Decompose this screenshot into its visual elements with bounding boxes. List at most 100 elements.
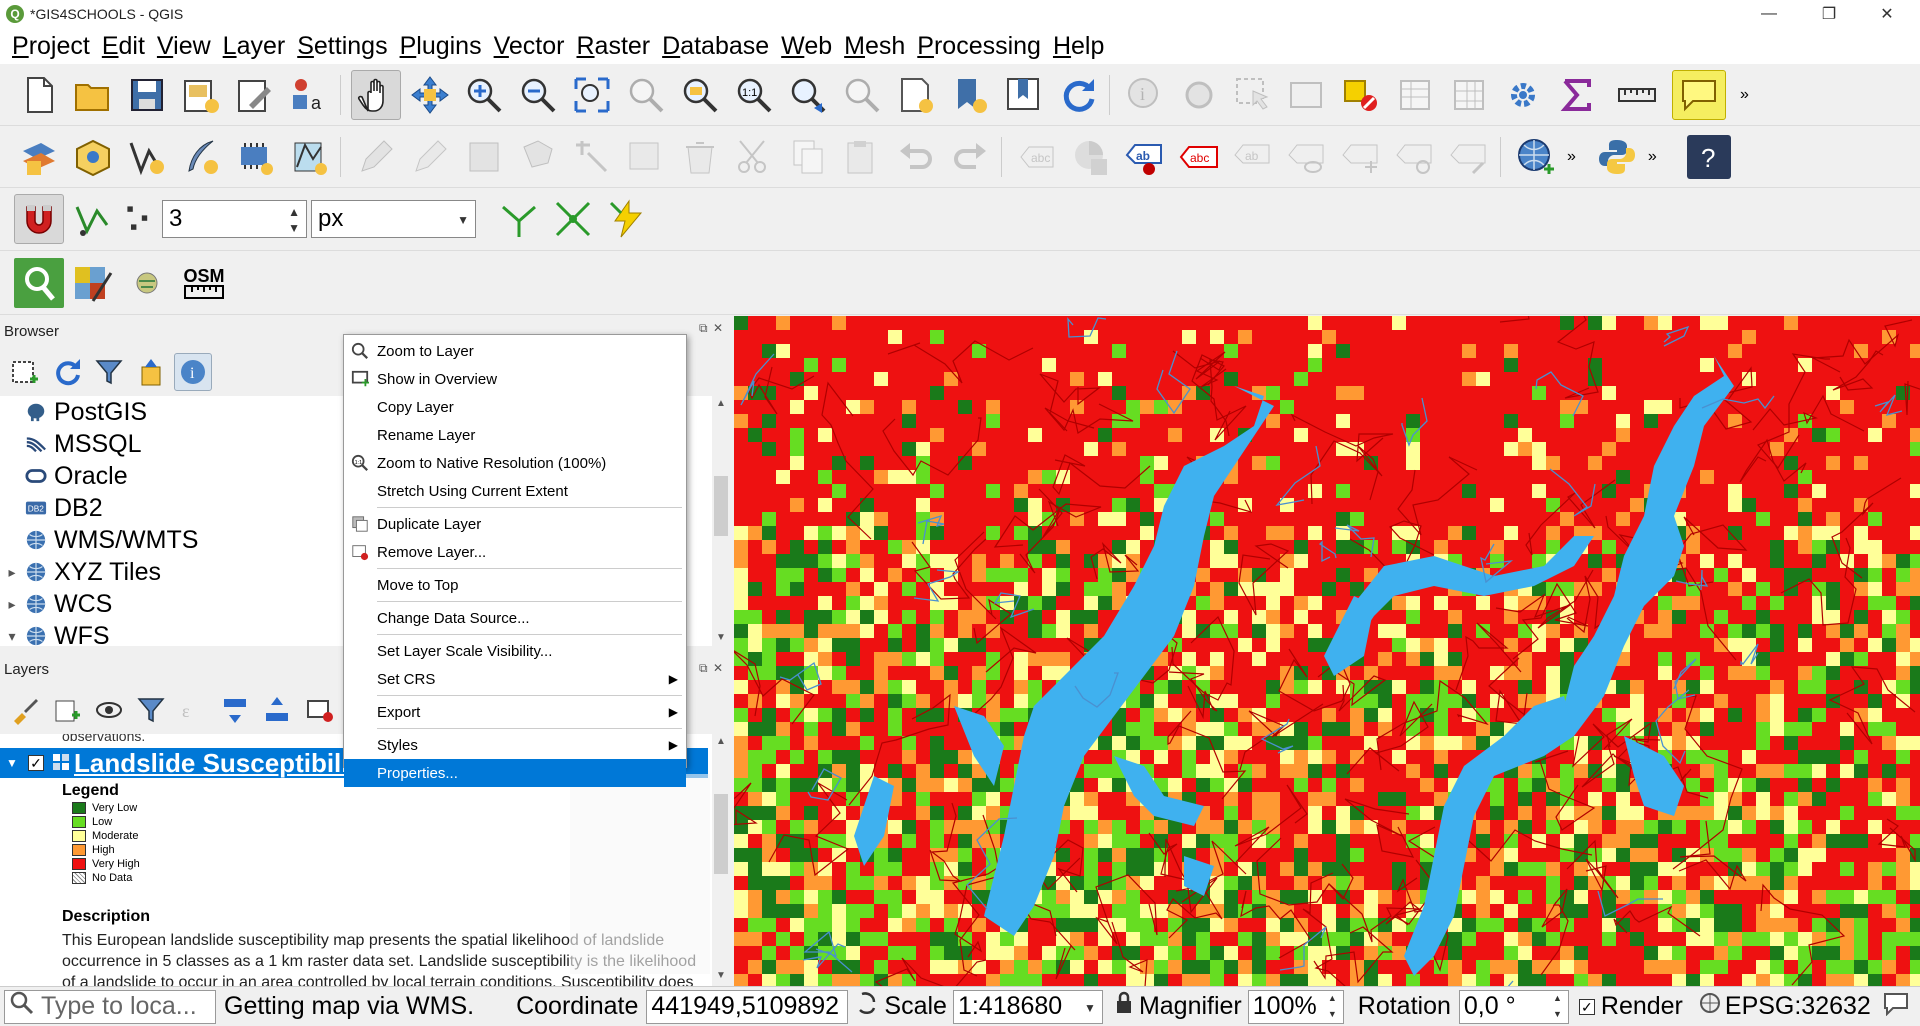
ctx-move-to-top[interactable]: Move to Top — [344, 571, 686, 599]
add-selected-layers-icon[interactable] — [6, 353, 44, 391]
map-tips-icon[interactable] — [1672, 69, 1726, 120]
toolbar2-overflow2-icon[interactable]: » — [1648, 148, 1657, 166]
processing-toolbox-icon[interactable] — [1498, 70, 1548, 120]
toggle-editing-icon[interactable] — [405, 132, 455, 182]
collapse-all-layers-icon[interactable] — [258, 691, 296, 729]
zoom-out-icon[interactable] — [513, 70, 563, 120]
snapping-type-icon[interactable] — [122, 194, 158, 244]
data-source-manager-icon[interactable] — [14, 132, 64, 182]
new-print-layout-icon[interactable] — [176, 70, 226, 120]
ctx-zoom-to-native-resolution-100[interactable]: 1:1 Zoom to Native Resolution (100%) — [344, 449, 686, 477]
enable-snapping-icon[interactable] — [14, 194, 64, 244]
feather-icon[interactable] — [176, 132, 226, 182]
pin-labels-icon[interactable]: ab — [1228, 132, 1278, 182]
label-toolbar-icon[interactable]: abc — [1012, 132, 1062, 182]
style-manager-icon[interactable]: a — [284, 70, 334, 120]
rotate-label-icon[interactable] — [1390, 132, 1440, 182]
ctx-rename-layer[interactable]: Rename Layer — [344, 421, 686, 449]
expand-all-icon[interactable] — [216, 691, 254, 729]
menu-edit[interactable]: Edit — [96, 32, 151, 61]
georeferencer-icon[interactable] — [68, 258, 118, 308]
close-button[interactable]: ✕ — [1864, 0, 1910, 28]
qms-icon[interactable] — [122, 258, 172, 308]
ctx-stretch-using-current-extent[interactable]: Stretch Using Current Extent — [344, 477, 686, 505]
layers-scrollbar[interactable]: ▲ ▼ — [712, 734, 730, 986]
delete-selected-icon[interactable] — [675, 132, 725, 182]
crs-globe-icon[interactable] — [1699, 992, 1721, 1021]
pan-to-selection-icon[interactable] — [405, 70, 455, 120]
locator-search-input[interactable]: Type to loca... — [4, 989, 216, 1024]
modify-attributes-icon[interactable] — [621, 132, 671, 182]
remove-layer-icon[interactable] — [300, 691, 338, 729]
new-project-icon[interactable] — [14, 70, 64, 120]
browser-float-icon[interactable]: ⧉ — [699, 321, 708, 336]
open-attribute-table-icon[interactable] — [1390, 70, 1440, 120]
zoom-native-icon[interactable]: 1:1 — [729, 70, 779, 120]
deselect-all-icon[interactable] — [1336, 70, 1386, 120]
crs-label[interactable]: EPSG:32632 — [1725, 992, 1871, 1021]
menu-processing[interactable]: Processing — [911, 32, 1047, 61]
menu-settings[interactable]: Settings — [291, 32, 393, 61]
snapping-layers-icon[interactable] — [68, 194, 118, 244]
new-memory-layer-icon[interactable] — [284, 132, 334, 182]
toolbar2-overflow-icon[interactable]: » — [1567, 148, 1576, 166]
ctx-zoom-to-layer[interactable]: Zoom to Layer — [344, 337, 686, 365]
ctx-change-data-source[interactable]: Change Data Source... — [344, 604, 686, 632]
layers-float-icon[interactable]: ⧉ — [699, 661, 708, 676]
cut-features-icon[interactable] — [729, 132, 779, 182]
ctx-show-in-overview[interactable]: Show in Overview — [344, 365, 686, 393]
browser-filter-icon[interactable] — [90, 353, 128, 391]
menu-project[interactable]: Project — [6, 32, 96, 61]
menu-vector[interactable]: Vector — [488, 32, 571, 61]
zoom-next-icon[interactable] — [837, 70, 887, 120]
add-group-icon[interactable] — [48, 691, 86, 729]
new-geopackage-icon[interactable] — [68, 132, 118, 182]
help-icon[interactable]: ? — [1686, 134, 1731, 179]
statistics-sigma-icon[interactable] — [1552, 70, 1602, 120]
change-label-icon[interactable] — [1444, 132, 1494, 182]
topological-editing-icon[interactable] — [494, 194, 544, 244]
copy-features-icon[interactable] — [783, 132, 833, 182]
open-project-icon[interactable] — [68, 70, 118, 120]
diagram-options-icon[interactable] — [1066, 132, 1116, 182]
messages-icon[interactable] — [1883, 990, 1909, 1023]
pan-map-icon[interactable] — [351, 69, 401, 120]
paste-features-icon[interactable] — [837, 132, 887, 182]
zoom-to-selection-icon[interactable] — [621, 70, 671, 120]
zoom-in-icon[interactable] — [459, 70, 509, 120]
refresh-icon[interactable] — [1053, 70, 1103, 120]
layer-visibility-checkbox[interactable]: ✓ — [28, 755, 44, 771]
layers-close-icon[interactable]: ✕ — [713, 661, 723, 675]
move-label-icon[interactable] — [1336, 132, 1386, 182]
save-project-icon[interactable] — [122, 70, 172, 120]
ctx-set-layer-scale-visibility[interactable]: Set Layer Scale Visibility... — [344, 637, 686, 665]
expand-arrow-icon[interactable]: ▸ — [0, 564, 24, 581]
layer-labeling-icon[interactable]: ab — [1120, 132, 1170, 182]
identify-icon[interactable]: i — [1120, 70, 1170, 120]
new-bookmark-icon[interactable] — [945, 70, 995, 120]
manage-themes-icon[interactable] — [90, 691, 128, 729]
extents-toggle-icon[interactable] — [856, 990, 878, 1023]
current-edits-icon[interactable] — [351, 132, 401, 182]
search-plugin-icon[interactable] — [14, 257, 64, 308]
snapping-unit-select[interactable]: px ▼ — [311, 200, 476, 238]
map-canvas[interactable] — [734, 316, 1920, 986]
restore-button[interactable]: ❐ — [1806, 0, 1852, 28]
browser-close-icon[interactable]: ✕ — [713, 321, 723, 335]
rotation-spinbox[interactable]: 0,0 ° ▲ ▼ — [1458, 989, 1569, 1024]
snapping-tolerance-input[interactable]: 3 ▲ ▼ — [162, 200, 307, 238]
minimize-button[interactable]: — — [1746, 0, 1792, 28]
save-edits-icon[interactable] — [459, 132, 509, 182]
browser-scrollbar[interactable]: ▲ ▼ — [712, 396, 730, 646]
show-hide-labels-icon[interactable] — [1282, 132, 1332, 182]
menu-layer[interactable]: Layer — [217, 32, 292, 61]
menu-database[interactable]: Database — [656, 32, 775, 61]
tracing-icon[interactable] — [602, 194, 652, 244]
ctx-export[interactable]: Export ▶ — [344, 698, 686, 726]
collapse-all-icon[interactable] — [132, 353, 170, 391]
expand-arrow-icon[interactable]: ▾ — [0, 628, 24, 645]
osm-scale-icon[interactable]: OSM — [176, 258, 232, 308]
ctx-styles[interactable]: Styles ▶ — [344, 731, 686, 759]
ctx-set-crs[interactable]: Set CRS ▶ — [344, 665, 686, 693]
menu-plugins[interactable]: Plugins — [394, 32, 488, 61]
